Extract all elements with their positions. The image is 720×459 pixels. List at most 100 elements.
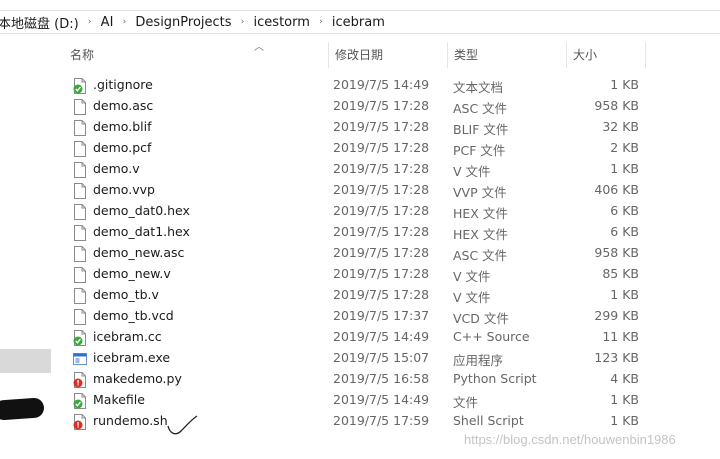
file-row[interactable]: Makefile 2019/7/5 14:49 文件 1 KB: [64, 390, 720, 411]
breadcrumb-item[interactable]: icebram: [328, 15, 389, 30]
file-type: VVP 文件: [453, 185, 507, 200]
column-header-date[interactable]: 修改日期: [328, 42, 447, 68]
file-name[interactable]: demo.blif: [93, 119, 151, 134]
file-date: 2019/7/5 14:49: [333, 329, 430, 344]
file-type: ASC 文件: [453, 248, 508, 263]
file-size: 11 KB: [602, 329, 639, 344]
file-size: 1 KB: [610, 161, 639, 176]
git-tracked-file-icon: [73, 393, 86, 409]
file-type: ASC 文件: [453, 101, 508, 116]
column-header-size[interactable]: 大小: [566, 42, 646, 68]
file-size: 299 KB: [594, 308, 639, 323]
file-name[interactable]: icebram.cc: [93, 329, 162, 344]
nav-selected-item[interactable]: [0, 349, 51, 373]
file-date: 2019/7/5 17:28: [333, 140, 430, 155]
file-type: 应用程序: [453, 353, 504, 368]
file-icon: [74, 183, 86, 199]
file-icon: [74, 120, 86, 136]
column-header-row: ︿ 名称 修改日期 类型 大小: [64, 42, 720, 68]
file-name[interactable]: demo.vvp: [93, 182, 155, 197]
breadcrumb-item[interactable]: 本地磁盘 (D:): [0, 13, 83, 32]
file-icon: [74, 246, 86, 262]
file-size: 6 KB: [610, 224, 639, 239]
file-type: 文件: [453, 395, 479, 410]
file-icon: [74, 288, 86, 304]
breadcrumb-separator-icon[interactable]: ›: [117, 17, 131, 27]
file-size: 958 KB: [594, 245, 639, 260]
file-type: BLIF 文件: [453, 122, 509, 137]
file-date: 2019/7/5 17:59: [333, 413, 430, 428]
file-size: 85 KB: [602, 266, 639, 281]
file-name[interactable]: Makefile: [93, 392, 145, 407]
file-size: 1 KB: [610, 413, 639, 428]
file-size: 123 KB: [594, 350, 639, 365]
breadcrumb-separator-icon[interactable]: ›: [83, 17, 97, 27]
breadcrumb-item[interactable]: AI: [97, 15, 118, 30]
file-type: VCD 文件: [453, 311, 509, 326]
file-row[interactable]: demo_dat1.hex 2019/7/5 17:28 HEX 文件 6 KB: [64, 222, 720, 243]
file-date: 2019/7/5 14:49: [333, 77, 430, 92]
file-row[interactable]: demo.blif 2019/7/5 17:28 BLIF 文件 32 KB: [64, 117, 720, 138]
file-type: V 文件: [453, 269, 491, 284]
file-date: 2019/7/5 17:28: [333, 161, 430, 176]
file-size: 1 KB: [610, 77, 639, 92]
file-icon: [74, 99, 86, 115]
file-date: 2019/7/5 17:28: [333, 245, 430, 260]
file-name[interactable]: demo_dat1.hex: [93, 224, 190, 239]
file-type: 文本文档: [453, 80, 504, 95]
address-bar[interactable]: 本地磁盘 (D:) › AI › DesignProjects › icestorm › ice…: [0, 10, 720, 34]
file-name[interactable]: demo_new.v: [93, 266, 171, 281]
file-size: 406 KB: [594, 182, 639, 197]
exe-icon: [73, 353, 87, 365]
file-row[interactable]: makedemo.py 2019/7/5 16:58 Python Script 4 …: [64, 369, 720, 390]
file-date: 2019/7/5 16:58: [333, 371, 430, 386]
file-date: 2019/7/5 17:37: [333, 308, 430, 323]
file-row[interactable]: demo.v 2019/7/5 17:28 V 文件 1 KB: [64, 159, 720, 180]
file-size: 958 KB: [594, 98, 639, 113]
file-row[interactable]: rundemo.sh 2019/7/5 17:59 Shell Script 1 KB: [64, 411, 720, 432]
breadcrumb-item[interactable]: icestorm: [250, 15, 314, 30]
file-row[interactable]: icebram.cc 2019/7/5 14:49 C++ Source 11 KB: [64, 327, 720, 348]
file-type: Shell Script: [453, 413, 524, 428]
file-row[interactable]: icebram.exe 2019/7/5 15:07 应用程序 123 KB: [64, 348, 720, 369]
file-date: 2019/7/5 17:28: [333, 287, 430, 302]
file-name[interactable]: demo_tb.v: [93, 287, 159, 302]
file-row[interactable]: demo_tb.v 2019/7/5 17:28 V 文件 1 KB: [64, 285, 720, 306]
file-name[interactable]: demo_new.asc: [93, 245, 184, 260]
redaction-mark: [0, 397, 45, 421]
file-name[interactable]: makedemo.py: [93, 371, 182, 386]
file-row[interactable]: .gitignore 2019/7/5 14:49 文本文档 1 KB: [64, 75, 720, 96]
file-size: 6 KB: [610, 203, 639, 218]
breadcrumb-item[interactable]: DesignProjects: [131, 15, 235, 30]
breadcrumb-separator-icon[interactable]: ›: [236, 17, 250, 27]
file-row[interactable]: demo.pcf 2019/7/5 17:28 PCF 文件 2 KB: [64, 138, 720, 159]
column-header-type[interactable]: 类型: [447, 42, 566, 68]
file-row[interactable]: demo_new.v 2019/7/5 17:28 V 文件 85 KB: [64, 264, 720, 285]
file-row[interactable]: demo_new.asc 2019/7/5 17:28 ASC 文件 958 KB: [64, 243, 720, 264]
file-size: 1 KB: [610, 287, 639, 302]
file-icon: [74, 204, 86, 220]
watermark-text: https://blog.csdn.net/houwenbin1986: [464, 432, 676, 447]
file-name[interactable]: demo.pcf: [93, 140, 151, 155]
file-row[interactable]: demo.asc 2019/7/5 17:28 ASC 文件 958 KB: [64, 96, 720, 117]
file-name[interactable]: demo_dat0.hex: [93, 203, 190, 218]
file-name[interactable]: .gitignore: [93, 77, 153, 92]
file-row[interactable]: demo.vvp 2019/7/5 17:28 VVP 文件 406 KB: [64, 180, 720, 201]
file-name[interactable]: icebram.exe: [93, 350, 170, 365]
file-icon: [74, 267, 86, 283]
file-row[interactable]: demo_tb.vcd 2019/7/5 17:37 VCD 文件 299 KB: [64, 306, 720, 327]
file-date: 2019/7/5 15:07: [333, 350, 430, 365]
file-name[interactable]: demo.v: [93, 161, 140, 176]
file-type: C++ Source: [453, 329, 530, 344]
file-name[interactable]: rundemo.sh: [93, 413, 168, 428]
breadcrumb-separator-icon[interactable]: ›: [314, 17, 328, 27]
file-size: 4 KB: [610, 371, 639, 386]
file-name[interactable]: demo.asc: [93, 98, 153, 113]
file-row[interactable]: demo_dat0.hex 2019/7/5 17:28 HEX 文件 6 KB: [64, 201, 720, 222]
file-name[interactable]: demo_tb.vcd: [93, 308, 174, 323]
file-size: 32 KB: [602, 119, 639, 134]
column-header-name[interactable]: 名称: [64, 42, 328, 68]
file-icon: [74, 309, 86, 325]
file-date: 2019/7/5 14:49: [333, 392, 430, 407]
file-icon: [74, 225, 86, 241]
